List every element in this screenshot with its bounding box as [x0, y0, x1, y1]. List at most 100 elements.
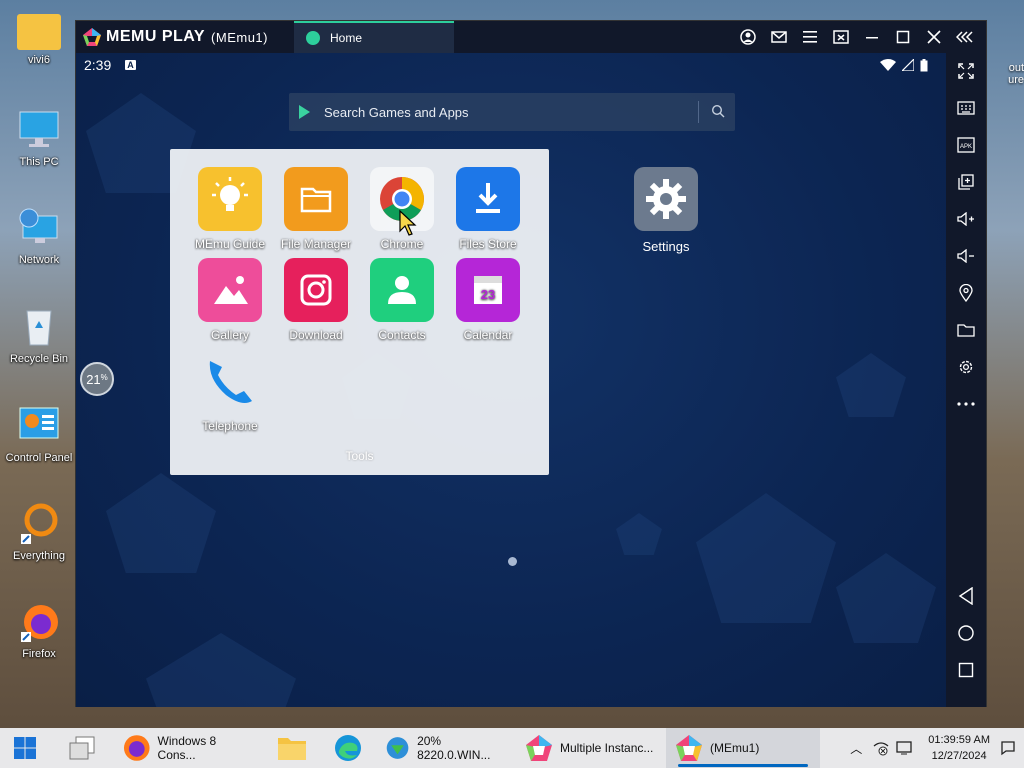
tab-home[interactable]: Home	[294, 21, 454, 53]
bg-shape	[696, 493, 836, 623]
app-telephone[interactable]: Telephone	[187, 349, 273, 433]
screen-icon[interactable]	[825, 21, 856, 53]
memu-gem-icon	[83, 28, 101, 46]
search-bar[interactable]: Search Games and Apps	[289, 93, 735, 131]
home-tab-icon	[306, 31, 320, 45]
monitor-icon	[17, 108, 61, 152]
mail-icon[interactable]	[763, 21, 794, 53]
desktop-icon-network[interactable]: Network	[2, 206, 76, 266]
gallery-icon	[198, 258, 262, 322]
task-view-icon	[69, 736, 95, 760]
desktop-icon-everything[interactable]: Everything	[2, 502, 76, 562]
app-download[interactable]: Download	[273, 258, 359, 342]
svg-text:23: 23	[481, 287, 495, 302]
app-memu-guide[interactable]: MEmu Guide	[187, 167, 273, 251]
recycle-bin-icon	[17, 305, 61, 349]
search-placeholder: Search Games and Apps	[324, 104, 469, 120]
menu-icon[interactable]	[794, 21, 825, 53]
window-controls	[732, 21, 980, 53]
collapse-icon[interactable]	[949, 21, 980, 53]
display-icon[interactable]	[896, 740, 914, 756]
edge-icon	[335, 735, 361, 761]
bg-shape	[836, 553, 936, 643]
control-panel-icon	[17, 404, 61, 448]
app-label: Gallery	[210, 328, 249, 342]
desktop-icon-vivi6[interactable]: vivi6	[2, 10, 76, 66]
desktop-icon-recycle-bin[interactable]: Recycle Bin	[2, 305, 76, 365]
app-label: Calendar	[463, 328, 513, 342]
recent-icon[interactable]	[946, 656, 986, 684]
memu-sidebar: APK	[946, 53, 986, 707]
folder-icon[interactable]	[946, 316, 986, 344]
start-button[interactable]	[0, 728, 50, 768]
minimize-icon[interactable]	[856, 21, 887, 53]
app-label: Settings	[642, 239, 690, 254]
maximize-icon[interactable]	[887, 21, 918, 53]
app-contacts[interactable]: Contacts	[359, 258, 445, 342]
taskbar-item-multi-instance[interactable]: Multiple Instanc...	[516, 728, 666, 768]
app-gallery[interactable]: Gallery	[187, 258, 273, 342]
clock-time: 01:39:59 AM	[928, 734, 990, 746]
app-settings[interactable]: Settings	[626, 167, 706, 254]
desktop-icon-firefox[interactable]: Firefox	[2, 600, 76, 660]
app-files-store[interactable]: Files Store	[445, 167, 531, 251]
desktop-icon-label: Network	[18, 254, 60, 266]
wifi-icon	[880, 59, 896, 71]
taskbar-item-download[interactable]: 20% 8220.0.WIN...	[376, 728, 516, 768]
desktop-icon-control-panel[interactable]: Control Panel	[2, 404, 76, 464]
memu-window: MEMU PLAY (MEmu1) Home 2:39 A Search Gam…	[75, 20, 987, 707]
settings-icon[interactable]	[946, 353, 986, 381]
app-label: Chrome	[380, 237, 424, 251]
notification-icon[interactable]	[1000, 740, 1016, 756]
svg-text:APK: APK	[960, 144, 972, 150]
signal-icon	[902, 59, 914, 71]
search-icon[interactable]	[711, 104, 725, 118]
multi-instance-icon[interactable]	[946, 168, 986, 196]
bg-shape	[106, 473, 216, 573]
cpu-usage-badge[interactable]: 21%	[80, 362, 114, 396]
network-icon	[17, 206, 61, 250]
calendar-icon: 23	[456, 258, 520, 322]
account-icon[interactable]	[732, 21, 763, 53]
network-status-icon[interactable]	[872, 740, 890, 756]
close-icon[interactable]	[918, 21, 949, 53]
back-icon[interactable]	[946, 582, 986, 610]
taskbar-label: 20% 8220.0.WIN...	[417, 734, 491, 762]
location-icon[interactable]	[946, 279, 986, 307]
app-calendar[interactable]: 23 Calendar	[445, 258, 531, 342]
android-screen: 2:39 A Search Games and Apps MEmu Guide	[76, 53, 948, 707]
taskbar: Windows 8 Cons... 20% 8220.0.WIN... Mult…	[0, 728, 1024, 768]
volume-up-icon[interactable]	[946, 205, 986, 233]
app-label: Files Store	[459, 237, 517, 251]
bg-shape	[146, 633, 296, 707]
fullscreen-icon[interactable]	[946, 57, 986, 85]
status-time: 2:39	[84, 57, 112, 73]
globe-download-icon	[386, 737, 409, 759]
chevron-up-icon[interactable]: ︿	[850, 740, 862, 757]
task-view-button[interactable]	[50, 728, 114, 768]
file-explorer-icon	[278, 738, 306, 760]
app-label: Download	[289, 328, 343, 342]
app-label: Telephone	[202, 419, 258, 433]
taskbar-item-firefox[interactable]: Windows 8 Cons...	[114, 728, 264, 768]
desktop-icon-label: Recycle Bin	[9, 353, 69, 365]
volume-down-icon[interactable]	[946, 242, 986, 270]
search-divider	[698, 101, 699, 123]
app-file-manager[interactable]: File Manager	[273, 167, 359, 251]
desktop-icon-this-pc[interactable]: This PC	[2, 108, 76, 168]
bg-shape	[616, 513, 662, 555]
apk-icon[interactable]: APK	[946, 131, 986, 159]
desktop-partial-label: out ure	[1008, 62, 1024, 86]
download-store-icon	[456, 167, 520, 231]
clock[interactable]: 01:39:59 AM 12/27/2024	[928, 732, 990, 764]
memu-logo: MEMU PLAY (MEmu1)	[76, 27, 294, 47]
file-manager-icon	[284, 167, 348, 231]
more-icon[interactable]	[946, 390, 986, 418]
keyboard-icon[interactable]	[946, 94, 986, 122]
memu-guide-icon	[198, 167, 262, 231]
home-icon[interactable]	[946, 619, 986, 647]
taskbar-item-explorer[interactable]	[264, 728, 320, 768]
taskbar-item-edge[interactable]	[320, 728, 376, 768]
desktop-icon-label: Firefox	[22, 648, 56, 660]
taskbar-item-memu[interactable]: (MEmu1)	[666, 728, 820, 768]
